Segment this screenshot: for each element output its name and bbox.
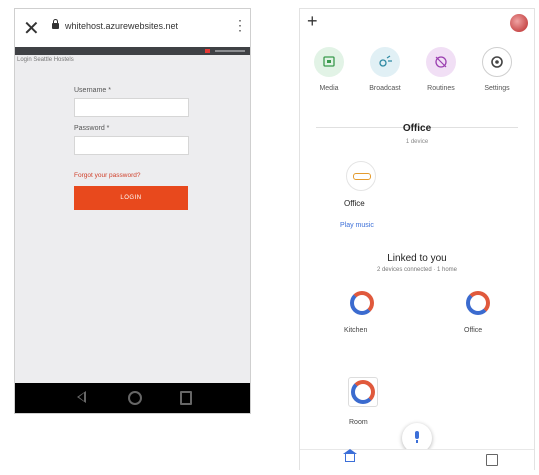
device-name[interactable]: Office (344, 199, 365, 208)
avatar[interactable] (510, 14, 528, 32)
device-name-office[interactable]: Office (464, 327, 482, 334)
home-title: Office (402, 123, 432, 134)
quick-action-label: Routines (427, 85, 455, 92)
password-label: Password * (74, 125, 110, 132)
add-icon[interactable]: + (307, 11, 318, 32)
linked-title: Linked to you (387, 253, 447, 264)
mic-icon-stem (416, 440, 418, 443)
url-text[interactable]: whitehost.azurewebsites.net (65, 21, 178, 31)
device-name-kitchen[interactable]: Kitchen (344, 327, 367, 334)
settings-icon (482, 47, 512, 77)
bottom-nav (300, 449, 534, 470)
password-field[interactable] (74, 136, 189, 155)
more-options-icon[interactable]: ⋮ (233, 18, 247, 32)
broadcast-icon (370, 47, 400, 77)
room-device-tile[interactable] (348, 377, 378, 407)
device-name-room[interactable]: Room (349, 419, 368, 426)
lock-icon (52, 19, 59, 29)
home-subtitle: 1 device (405, 139, 429, 145)
android-nav-bar (15, 383, 250, 413)
media-icon (314, 47, 344, 77)
home-icon[interactable] (343, 449, 357, 462)
username-field[interactable] (74, 98, 189, 117)
google-home-screen: + Media Broadcast Routines Settings Offi… (299, 8, 535, 470)
login-button[interactable]: LOGIN (74, 186, 188, 210)
routines-icon (426, 47, 456, 77)
thermostat-icon[interactable] (466, 291, 490, 315)
speaker-icon[interactable] (346, 161, 376, 191)
url-bar: ✕ whitehost.azurewebsites.net ⋮ (15, 9, 250, 48)
thermostat-icon (351, 380, 375, 404)
site-header (15, 47, 250, 55)
play-music-link[interactable]: Play music (340, 222, 374, 229)
mic-icon (415, 431, 419, 439)
thermostat-icon[interactable] (350, 291, 374, 315)
feed-icon[interactable] (486, 454, 498, 466)
back-icon[interactable] (77, 391, 86, 403)
quick-action-label: Media (319, 85, 339, 92)
browser-screen: ✕ whitehost.azurewebsites.net ⋮ Login Se… (14, 8, 251, 414)
recent-apps-icon[interactable] (180, 391, 192, 405)
forgot-password-link[interactable]: Forgot your password? (74, 172, 140, 179)
linked-subtitle: 2 devices connected · 1 home (376, 267, 458, 273)
site-menu[interactable] (215, 50, 245, 52)
site-logo (205, 49, 210, 53)
home-icon[interactable] (128, 391, 142, 405)
breadcrumb: Login Seattle Hostels (17, 57, 74, 63)
quick-action-label: Settings (484, 85, 510, 92)
username-label: Username * (74, 87, 111, 94)
close-icon[interactable]: ✕ (23, 16, 40, 41)
quick-action-label: Broadcast (369, 85, 401, 92)
